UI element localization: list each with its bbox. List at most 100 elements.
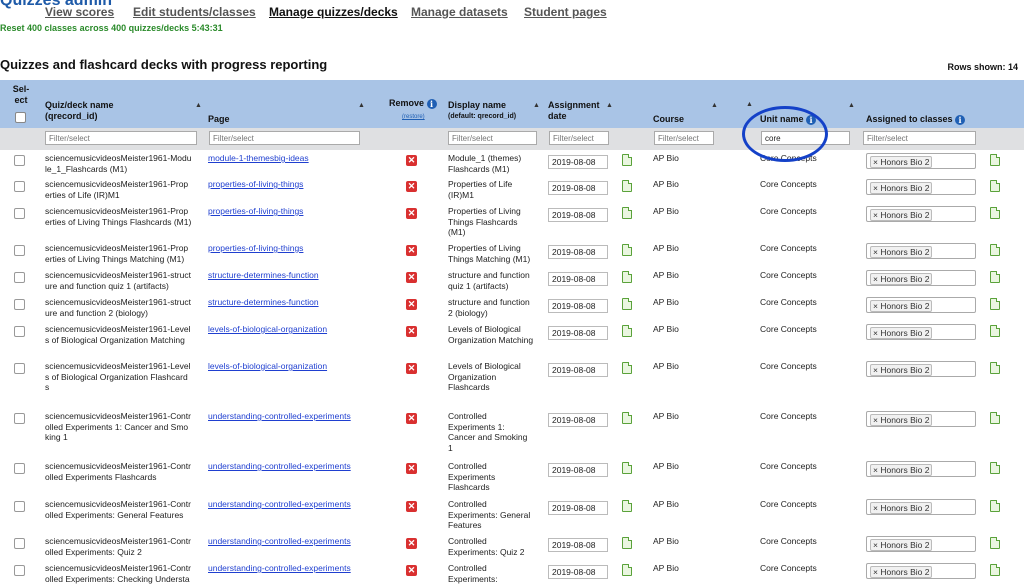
page-link[interactable]: structure-determines-function [208, 270, 319, 280]
assignment-date-input[interactable]: 2019-08-08 [548, 272, 608, 286]
assignment-date-input[interactable]: 2019-08-08 [548, 413, 608, 427]
assigned-classes-select[interactable]: × Honors Bio 2 [866, 411, 976, 427]
assigned-classes-select[interactable]: × Honors Bio 2 [866, 270, 976, 286]
row-select-checkbox[interactable] [14, 538, 25, 549]
remove-icon[interactable]: ✕ [406, 181, 417, 192]
assignment-date-input[interactable]: 2019-08-08 [548, 538, 608, 552]
document-icon[interactable] [622, 564, 632, 576]
assignment-date-input[interactable]: 2019-08-08 [548, 501, 608, 515]
class-tag[interactable]: × Honors Bio 2 [870, 209, 932, 221]
document-icon[interactable] [990, 362, 1000, 374]
remove-icon[interactable]: ✕ [406, 245, 417, 256]
document-icon[interactable] [622, 154, 632, 166]
document-icon[interactable] [622, 412, 632, 424]
sort-icon[interactable]: ▲︎ [606, 102, 613, 109]
page-link[interactable]: module-1-themesbig-ideas [208, 153, 309, 163]
info-icon[interactable]: i [955, 115, 965, 125]
assigned-filter-input[interactable] [863, 131, 976, 145]
sort-icon[interactable]: ▲︎ [746, 101, 753, 108]
row-select-checkbox[interactable] [14, 245, 25, 256]
document-icon[interactable] [622, 298, 632, 310]
document-icon[interactable] [990, 244, 1000, 256]
remove-icon[interactable]: ✕ [406, 565, 417, 576]
nav-manage-quizzes[interactable]: Manage quizzes/decks [269, 5, 398, 19]
page-header[interactable]: Page [208, 114, 230, 125]
page-link[interactable]: structure-determines-function [208, 297, 319, 307]
remove-icon[interactable]: ✕ [406, 538, 417, 549]
page-link[interactable]: properties-of-living-things [208, 243, 303, 253]
sort-icon[interactable]: ▲︎ [533, 102, 540, 109]
remove-icon[interactable]: ✕ [406, 326, 417, 337]
assignment-date-input[interactable]: 2019-08-08 [548, 565, 608, 579]
document-icon[interactable] [990, 271, 1000, 283]
nav-edit-students[interactable]: Edit students/classes [133, 5, 256, 19]
nav-student-pages[interactable]: Student pages [524, 5, 607, 19]
sort-icon[interactable]: ▲︎ [711, 102, 718, 109]
document-icon[interactable] [990, 180, 1000, 192]
class-tag[interactable]: × Honors Bio 2 [870, 566, 932, 578]
assigned-classes-header[interactable]: Assigned to classes i [866, 114, 965, 125]
row-select-checkbox[interactable] [14, 363, 25, 374]
row-select-checkbox[interactable] [14, 155, 25, 166]
document-icon[interactable] [622, 537, 632, 549]
assigned-classes-select[interactable]: × Honors Bio 2 [866, 536, 976, 552]
document-icon[interactable] [990, 412, 1000, 424]
row-select-checkbox[interactable] [14, 272, 25, 283]
document-icon[interactable] [990, 154, 1000, 166]
assigned-classes-select[interactable]: × Honors Bio 2 [866, 179, 976, 195]
restore-link[interactable]: (restore) [402, 114, 425, 120]
sort-icon[interactable]: ▲︎ [848, 102, 855, 109]
assigned-classes-select[interactable]: × Honors Bio 2 [866, 499, 976, 515]
page-link[interactable]: levels-of-biological-organization [208, 324, 327, 334]
row-select-checkbox[interactable] [14, 208, 25, 219]
page-link[interactable]: properties-of-living-things [208, 206, 303, 216]
assigned-classes-select[interactable]: × Honors Bio 2 [866, 206, 976, 222]
assigned-classes-select[interactable]: × Honors Bio 2 [866, 297, 976, 313]
remove-icon[interactable]: ✕ [406, 363, 417, 374]
page-filter-input[interactable] [209, 131, 360, 145]
assignment-date-header[interactable]: Assignment date [548, 100, 600, 122]
row-select-checkbox[interactable] [14, 299, 25, 310]
class-tag[interactable]: × Honors Bio 2 [870, 464, 932, 476]
document-icon[interactable] [990, 462, 1000, 474]
assigned-classes-select[interactable]: × Honors Bio 2 [866, 243, 976, 259]
class-tag[interactable]: × Honors Bio 2 [870, 414, 932, 426]
class-tag[interactable]: × Honors Bio 2 [870, 327, 932, 339]
assignment-date-input[interactable]: 2019-08-08 [548, 181, 608, 195]
document-icon[interactable] [622, 180, 632, 192]
document-icon[interactable] [990, 325, 1000, 337]
remove-tag-icon[interactable]: × [873, 567, 880, 577]
nav-manage-datasets[interactable]: Manage datasets [411, 5, 508, 19]
row-select-checkbox[interactable] [14, 565, 25, 576]
class-tag[interactable]: × Honors Bio 2 [870, 300, 932, 312]
page-link[interactable]: understanding-controlled-experiments [208, 411, 351, 421]
page-link[interactable]: understanding-controlled-experiments [208, 563, 351, 573]
assignment-date-input[interactable]: 2019-08-08 [548, 363, 608, 377]
remove-icon[interactable]: ✕ [406, 501, 417, 512]
class-tag[interactable]: × Honors Bio 2 [870, 502, 932, 514]
assigned-classes-select[interactable]: × Honors Bio 2 [866, 324, 976, 340]
assignment-date-input[interactable]: 2019-08-08 [548, 155, 608, 169]
class-tag[interactable]: × Honors Bio 2 [870, 182, 932, 194]
display-name-header[interactable]: Display name (default: qrecord_id) [448, 100, 516, 122]
document-icon[interactable] [990, 564, 1000, 576]
assignment-date-input[interactable]: 2019-08-08 [548, 299, 608, 313]
page-link[interactable]: understanding-controlled-experiments [208, 499, 351, 509]
quiz-filter-input[interactable] [45, 131, 197, 145]
document-icon[interactable] [622, 500, 632, 512]
remove-icon[interactable]: ✕ [406, 155, 417, 166]
nav-view-scores[interactable]: View scores [45, 5, 114, 19]
sort-icon[interactable]: ▲︎ [358, 102, 365, 109]
remove-icon[interactable]: ✕ [406, 413, 417, 424]
display-filter-input[interactable] [448, 131, 537, 145]
page-link[interactable]: levels-of-biological-organization [208, 361, 327, 371]
document-icon[interactable] [622, 462, 632, 474]
remove-icon[interactable]: ✕ [406, 463, 417, 474]
class-tag[interactable]: × Honors Bio 2 [870, 539, 932, 551]
row-select-checkbox[interactable] [14, 501, 25, 512]
document-icon[interactable] [990, 537, 1000, 549]
document-icon[interactable] [990, 500, 1000, 512]
info-icon[interactable]: i [427, 99, 437, 109]
assignment-date-input[interactable]: 2019-08-08 [548, 208, 608, 222]
document-icon[interactable] [622, 271, 632, 283]
